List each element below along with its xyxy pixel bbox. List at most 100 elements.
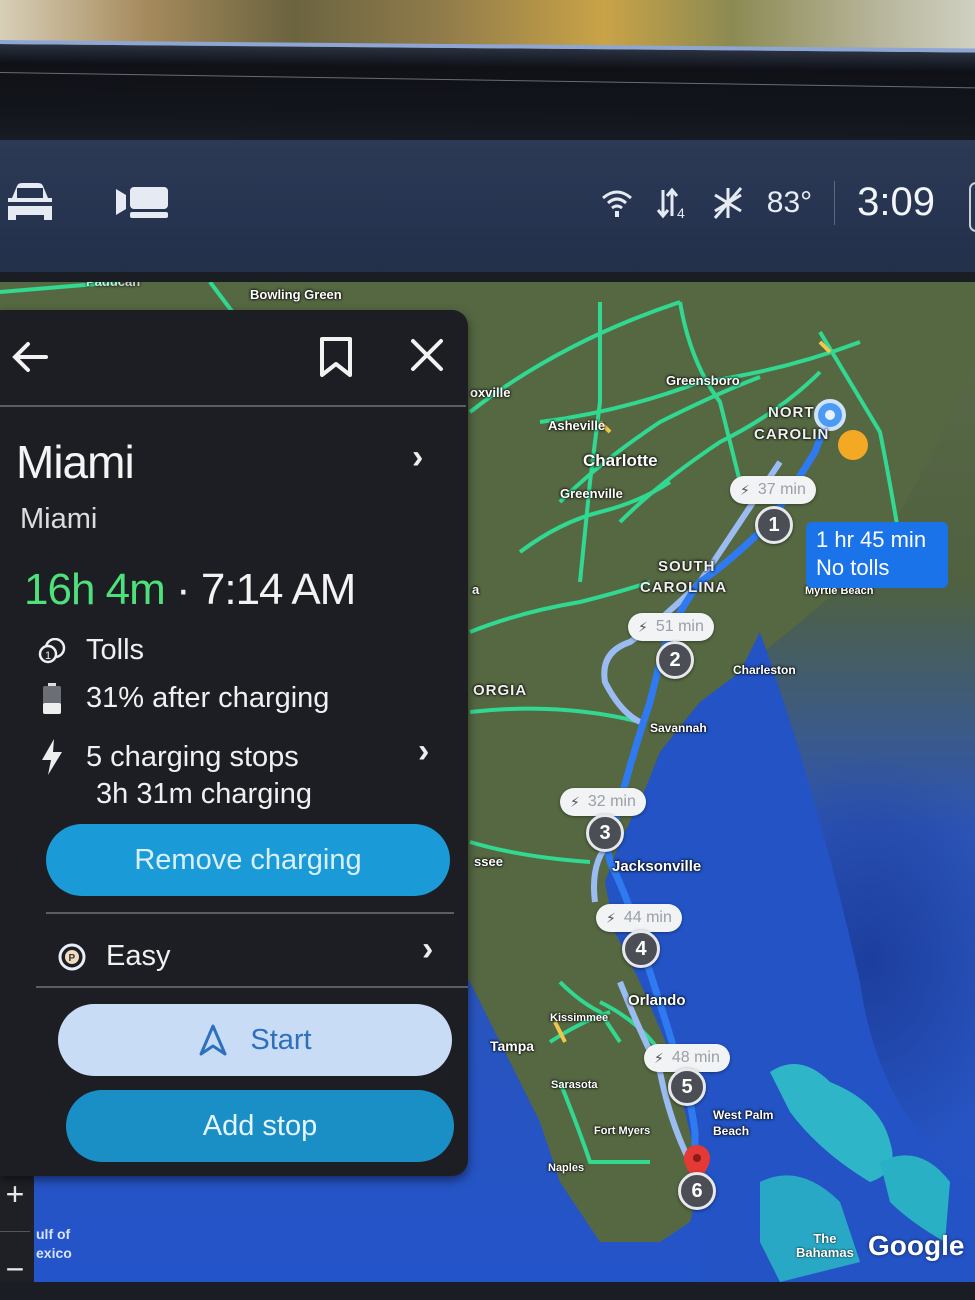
parking-icon: P [56, 942, 88, 972]
camera-icon[interactable] [114, 185, 170, 219]
trip-duration: 16h 4m [24, 565, 166, 614]
charging-stop-marker[interactable]: 5 [668, 1068, 706, 1106]
charging-stop-marker[interactable]: 2 [656, 641, 694, 679]
trip-eta: 16h 4m · 7:14 AM [24, 565, 356, 615]
destination-details-chevron-icon[interactable]: › [412, 438, 423, 477]
route-option-callout[interactable]: 1 hr 45 min No tolls [806, 522, 948, 588]
map-label-state: CAROLINA [640, 579, 728, 596]
save-route-button[interactable] [318, 336, 354, 383]
destination-title[interactable]: Miami [16, 435, 135, 489]
bolt-icon: ⚡ [740, 481, 750, 498]
climate-off-icon[interactable] [711, 186, 745, 220]
start-navigation-button[interactable]: Start [58, 1004, 452, 1076]
arrow-left-icon [12, 342, 48, 372]
status-divider [834, 180, 836, 225]
charging-stops-row[interactable]: 5 charging stops [36, 738, 299, 776]
add-stop-button[interactable]: Add stop [66, 1090, 454, 1162]
map-label-water: ulf of [36, 1226, 71, 1242]
map-label-city: Asheville [548, 418, 606, 433]
map-label-city: Savannah [650, 721, 707, 735]
arrival-time: 7:14 AM [200, 565, 356, 614]
divider [36, 986, 468, 988]
map-label-city: Greensboro [666, 373, 740, 388]
charging-stop-duration[interactable]: ⚡ 51 min [628, 613, 714, 641]
route-tolls: No tolls [816, 555, 890, 580]
zoom-controls: + − [0, 1167, 34, 1282]
map-label-state: CAROLIN [754, 426, 830, 443]
charging-stop-duration[interactable]: ⚡ 44 min [596, 904, 682, 932]
charging-stop-marker[interactable]: 4 [622, 930, 660, 968]
divider [46, 912, 454, 914]
bolt-icon: ⚡ [570, 793, 580, 810]
parking-chevron-icon[interactable]: › [422, 930, 433, 969]
map-label-city: Sarasota [551, 1079, 598, 1091]
route-duration: 1 hr 45 min [816, 527, 927, 552]
edge-handle [969, 182, 975, 232]
map-label-city: Charleston [733, 663, 796, 677]
map-label-city: Greenville [560, 486, 623, 501]
battery-icon [36, 682, 68, 715]
map-label-city: Fort Myers [594, 1125, 651, 1137]
bolt-icon: ⚡ [654, 1049, 664, 1066]
close-icon [411, 339, 443, 371]
map-label-state: NORT [768, 404, 815, 421]
tolls-row: 1 Tolls [36, 634, 144, 667]
close-button[interactable] [408, 336, 446, 379]
charging-stop-duration[interactable]: ⚡ 32 min [560, 788, 646, 816]
start-label: Start [250, 1023, 312, 1056]
divider [0, 405, 466, 407]
lightning-bolt-icon [36, 738, 68, 776]
charging-stops-count: 5 charging stops [86, 740, 299, 773]
route-panel: Miami › Miami 16h 4m · 7:14 AM 1 Tolls 3… [0, 310, 468, 1176]
navigation-arrow-icon [199, 1024, 227, 1056]
back-button[interactable] [10, 336, 52, 383]
parking-row[interactable]: P Easy [56, 940, 170, 973]
zoom-divider [0, 1231, 30, 1233]
origin-marker-dot [825, 410, 835, 420]
map-label-city: oxville [470, 385, 511, 400]
charging-stops-chevron-icon[interactable]: › [418, 732, 429, 771]
map-label-city: Paducah [86, 282, 140, 289]
battery-after-charging: 31% after charging [86, 682, 330, 714]
toll-coins-icon: 1 [36, 637, 68, 664]
zoom-out-button[interactable]: − [6, 1251, 25, 1282]
bookmark-icon [320, 337, 352, 377]
svg-text:4: 4 [677, 205, 685, 220]
tolls-label: Tolls [86, 634, 145, 666]
destination-marker[interactable]: 6 [678, 1172, 716, 1210]
destination-subtitle: Miami [20, 503, 98, 535]
charging-stop-marker[interactable]: 3 [586, 814, 624, 852]
bolt-icon: ⚡ [606, 909, 616, 926]
map-label-city: Kissimmee [550, 1012, 609, 1024]
map-label-state: ssee [474, 854, 503, 869]
remove-charging-button[interactable]: Remove charging [46, 824, 450, 896]
map-label-city: Beach [713, 1124, 750, 1138]
eta-separator: · [176, 565, 191, 614]
data-transfer-icon: 4 [655, 186, 689, 220]
status-bar: 4 83° 3:09 [0, 140, 975, 272]
charging-stop-duration[interactable]: ⚡ 37 min [730, 476, 816, 504]
map-label-city: Tampa [490, 1038, 535, 1054]
clock: 3:09 [857, 180, 935, 224]
svg-text:1: 1 [45, 650, 51, 662]
car-icon[interactable] [4, 180, 56, 224]
charging-stop-marker[interactable]: 1 [755, 506, 793, 544]
map-label-city: Bowling Green [250, 287, 342, 302]
map-label-city: West Palm [713, 1108, 774, 1122]
outside-temperature: 83° [766, 185, 813, 219]
map-label-water: exico [36, 1245, 72, 1261]
google-attribution: Google [868, 1230, 965, 1261]
map-label-city: Orlando [628, 992, 686, 1009]
svg-text:P: P [69, 953, 76, 964]
map-label-state: ORGIA [473, 682, 528, 699]
road-hazard-icon [838, 430, 868, 460]
wifi-icon [601, 188, 633, 218]
map-label-city: Naples [548, 1162, 585, 1174]
zoom-in-button[interactable]: + [6, 1176, 25, 1213]
parking-difficulty: Easy [106, 940, 171, 972]
map-label-city: a [472, 582, 480, 597]
battery-row: 31% after charging [36, 682, 329, 715]
map-label-city: Charlotte [583, 451, 658, 470]
charging-time: 3h 31m charging [96, 778, 313, 810]
panel-header [0, 310, 468, 406]
